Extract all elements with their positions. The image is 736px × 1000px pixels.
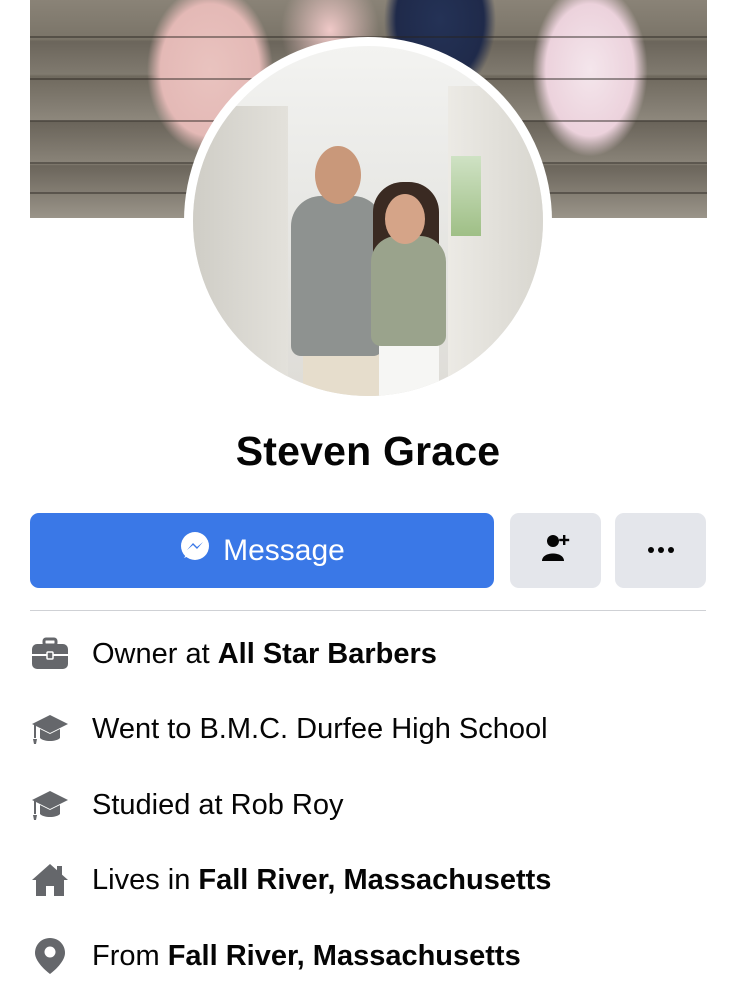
add-friend-icon [539,531,573,570]
messenger-icon [179,531,211,571]
workplace-link[interactable]: All Star Barbers [218,638,437,670]
from-prefix: From [92,939,168,972]
lives-in-prefix: Lives in [92,863,199,896]
intro-item-high-school: Went to B.M.C. Durfee High School [30,704,720,754]
graduation-cap-icon [30,709,70,749]
intro-item-from: From Fall River, Massachusetts [30,931,720,981]
more-options-icon [646,542,676,560]
graduation-cap-icon [30,785,70,825]
intro-item-work: Owner at All Star Barbers [30,629,720,679]
location-pin-icon [30,936,70,976]
intro-item-lives-in: Lives in Fall River, Massachusetts [30,855,720,905]
profile-picture[interactable] [193,46,543,396]
add-friend-button[interactable] [510,513,601,588]
home-icon [30,860,70,900]
work-prefix: Owner at [92,637,218,670]
section-divider [30,610,706,611]
message-button-label: Message [223,533,345,567]
current-city-link[interactable]: Fall River, Massachusetts [198,864,551,896]
more-options-button[interactable] [615,513,706,588]
message-button[interactable]: Message [30,513,494,588]
briefcase-icon [30,634,70,674]
hometown-link[interactable]: Fall River, Massachusetts [168,940,521,972]
studied-text: Studied at Rob Roy [92,788,344,821]
high-school-text: Went to B.M.C. Durfee High School [92,712,548,745]
profile-name: Steven Grace [235,428,501,474]
intro-item-studied: Studied at Rob Roy [30,780,720,830]
